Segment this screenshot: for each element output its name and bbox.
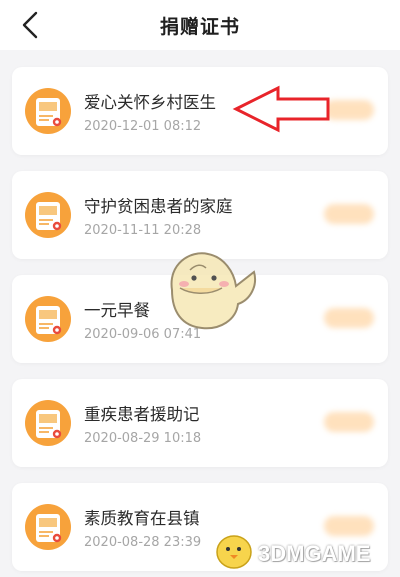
certificate-name: 重疾患者援助记 [84, 405, 200, 424]
view-certificate-button[interactable] [324, 308, 374, 328]
watermark-chick-icon [216, 535, 252, 569]
certificate-icon [25, 88, 71, 134]
view-certificate-button[interactable] [324, 204, 374, 224]
certificate-date: 2020-12-01 08:12 [84, 119, 202, 134]
certificate-name: 素质教育在县镇 [84, 509, 200, 528]
red-arrow-icon [232, 85, 330, 133]
certificate-icon [25, 400, 71, 446]
watermark-text: 3DMGAME [258, 541, 371, 566]
certificate-date: 2020-08-28 23:39 [84, 535, 202, 550]
page-title: 捐赠证书 [159, 16, 240, 38]
mascot-image [170, 252, 256, 330]
certificate-icon [25, 504, 71, 550]
certificate-date: 2020-11-11 20:28 [84, 223, 202, 238]
certificate-name: 爱心关怀乡村医生 [84, 93, 216, 112]
certificate-name: 守护贫困患者的家庭 [84, 197, 233, 216]
certificate-date: 2020-08-29 10:18 [84, 431, 202, 446]
view-certificate-button[interactable] [324, 412, 374, 432]
certificate-icon [25, 296, 71, 342]
view-certificate-button[interactable] [324, 516, 374, 536]
certificate-card[interactable]: 重疾患者援助记 2020-08-29 10:18 [12, 379, 388, 467]
top-bar: 捐赠证书 [0, 0, 400, 50]
certificate-icon [25, 192, 71, 238]
certificate-name: 一元早餐 [84, 301, 150, 320]
